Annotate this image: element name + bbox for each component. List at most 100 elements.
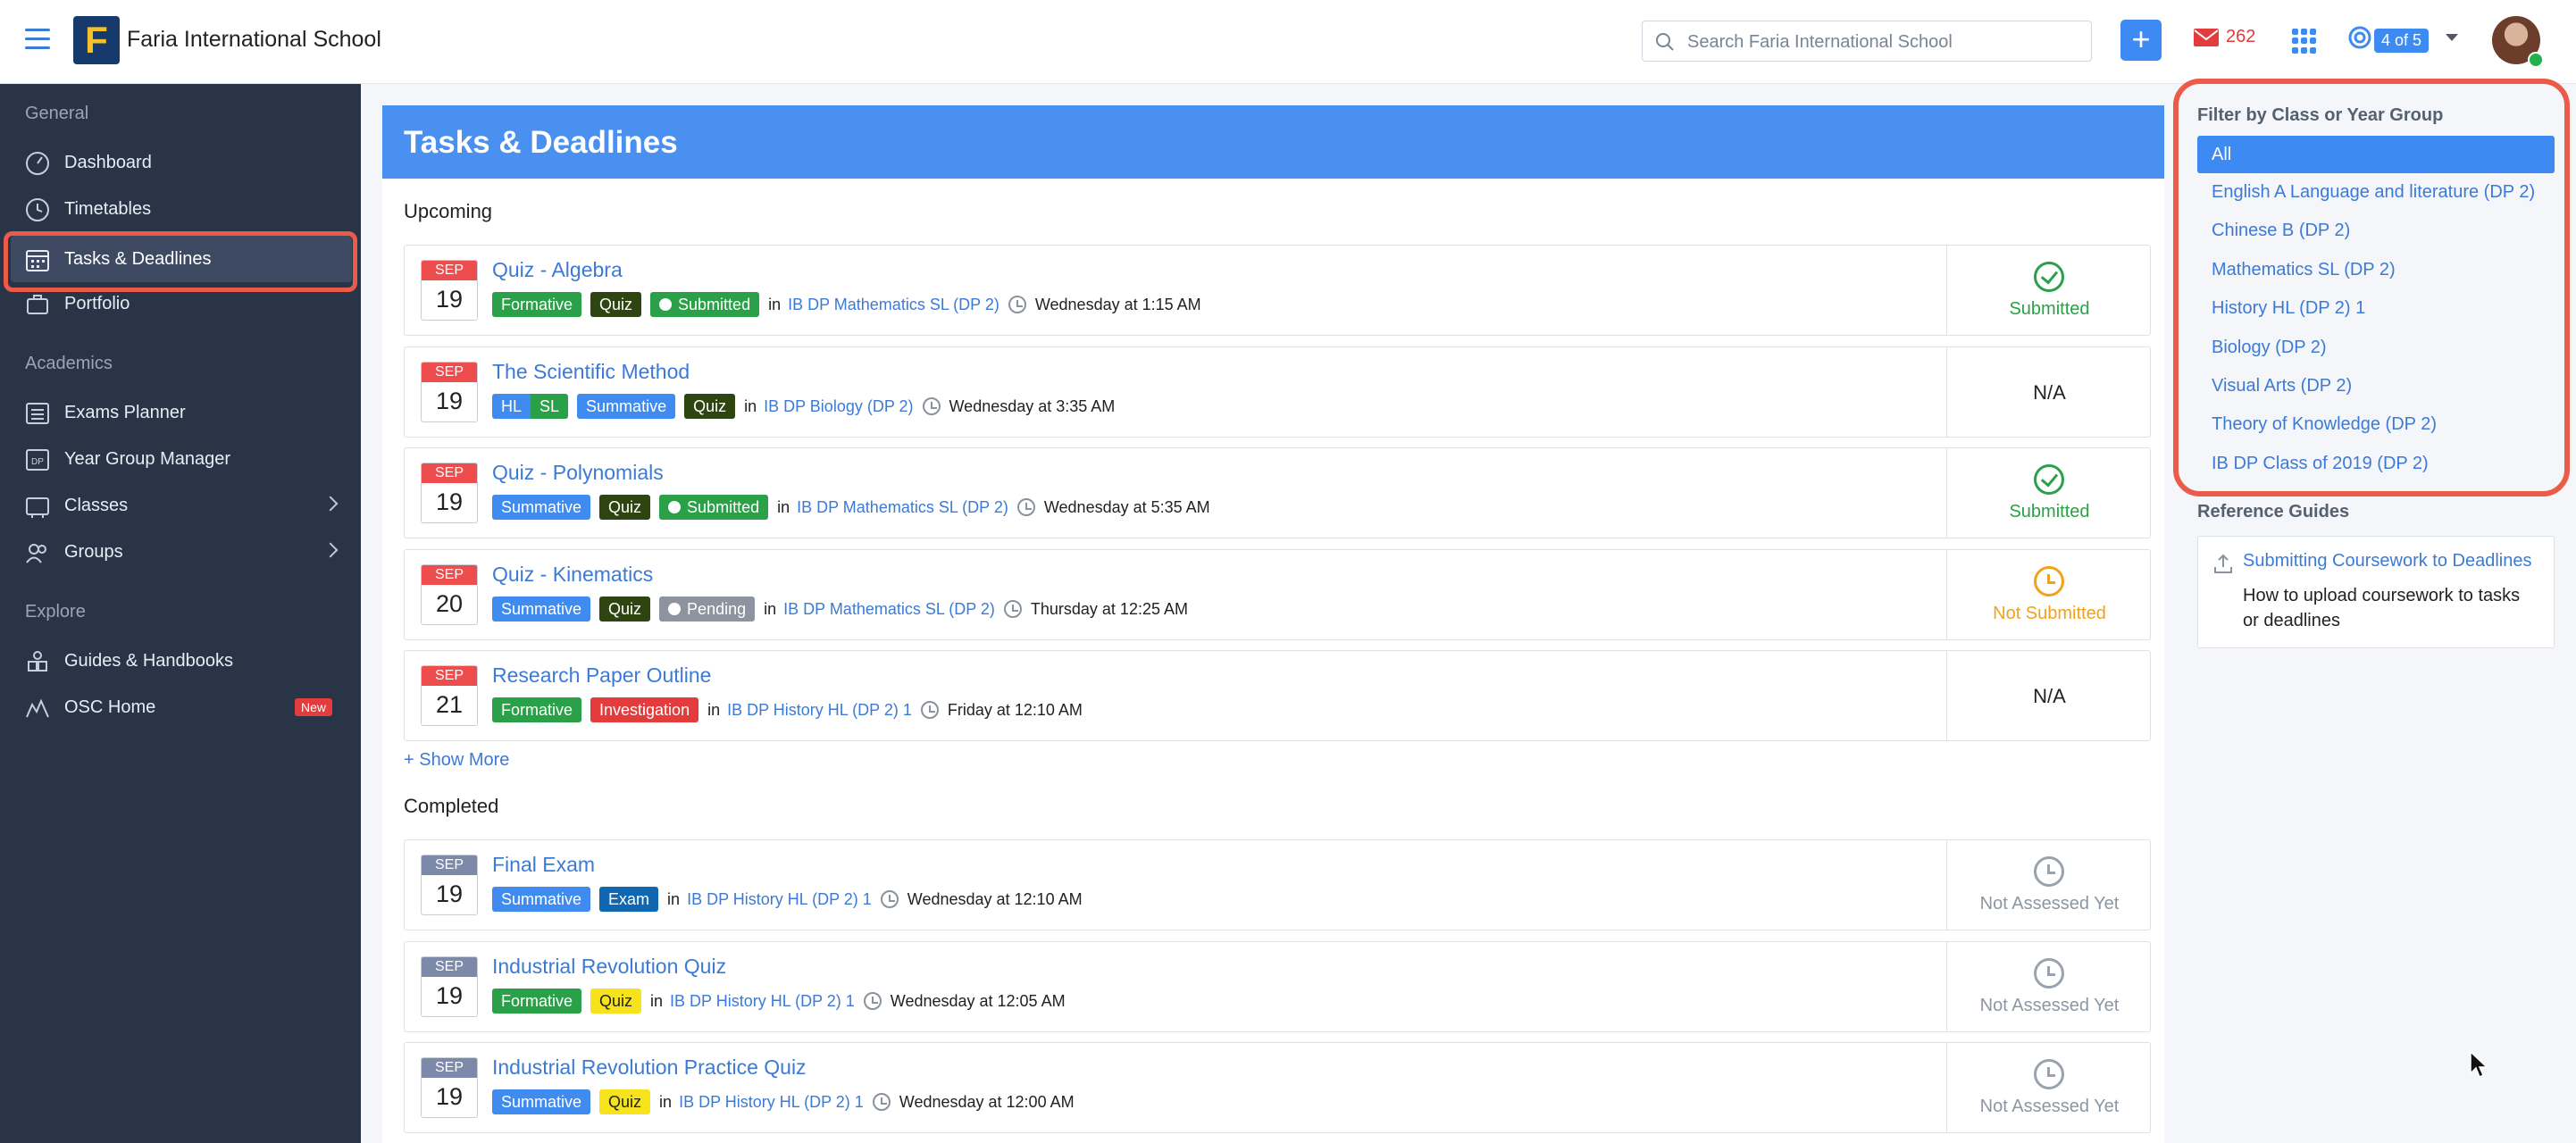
new-badge: New bbox=[295, 698, 333, 716]
task-meta: Summative Exam in IB DP History HL (DP 2… bbox=[492, 887, 1083, 912]
task-row[interactable]: SEP 19 Industrial Revolution Practice Qu… bbox=[404, 1042, 2151, 1133]
section-label-general: General bbox=[25, 104, 89, 123]
reference-guide-link[interactable]: Submitting Coursework to Deadlines bbox=[2243, 551, 2532, 572]
class-link[interactable]: IB DP History HL (DP 2) 1 bbox=[687, 890, 872, 909]
tag-submitted: Submitted bbox=[650, 292, 760, 317]
sidebar-item-guides-handbooks[interactable]: Guides & Handbooks bbox=[0, 638, 361, 684]
due-time: Wednesday at 12:05 AM bbox=[890, 991, 1066, 1010]
chevron-right-icon[interactable] bbox=[322, 496, 339, 512]
date-month: SEP bbox=[422, 565, 477, 585]
dp-icon: DP bbox=[26, 449, 49, 471]
in-text: in bbox=[764, 599, 777, 618]
date-month: SEP bbox=[422, 463, 477, 483]
tag-quiz: Quiz bbox=[599, 1089, 651, 1114]
class-link[interactable]: IB DP History HL (DP 2) 1 bbox=[670, 992, 855, 1011]
class-link[interactable]: IB DP Mathematics SL (DP 2) bbox=[788, 296, 999, 314]
sidebar-item-dashboard[interactable]: Dashboard bbox=[0, 139, 361, 186]
clock-icon bbox=[2034, 856, 2064, 887]
sidebar-item-label: Guides & Handbooks bbox=[64, 651, 234, 671]
date-month: SEP bbox=[422, 666, 477, 686]
date-badge: SEP 19 bbox=[421, 855, 478, 915]
chevron-right-icon[interactable] bbox=[322, 542, 339, 558]
sidebar-item-year-group-manager[interactable]: DP Year Group Manager bbox=[0, 436, 361, 482]
sidebar-item-label: Classes bbox=[64, 496, 129, 515]
show-more-link[interactable]: + Show More bbox=[404, 750, 509, 771]
reference-guide-card[interactable]: Submitting Coursework to Deadlines How t… bbox=[2197, 536, 2555, 648]
task-meta: Summative Quiz Submitted in IB DP Mathem… bbox=[492, 495, 1210, 520]
date-badge: SEP 20 bbox=[421, 564, 478, 625]
chevron-down-icon[interactable] bbox=[2446, 34, 2458, 41]
task-title-link[interactable]: Research Paper Outline bbox=[492, 663, 711, 688]
check-circle-icon bbox=[659, 298, 673, 311]
menu-icon[interactable] bbox=[25, 29, 50, 50]
page-indicator[interactable]: 4 of 5 bbox=[2374, 29, 2430, 53]
status-cell: Not Assessed Yet bbox=[1946, 840, 2152, 930]
sidebar-item-label: Timetables bbox=[64, 199, 152, 219]
tag-summative: Summative bbox=[577, 394, 676, 419]
tag-sl: SL bbox=[531, 394, 569, 419]
task-title-link[interactable]: Industrial Revolution Practice Quiz bbox=[492, 1055, 807, 1080]
due-time: Thursday at 12:25 AM bbox=[1030, 599, 1188, 618]
sidebar-item-label: OSC Home bbox=[64, 697, 156, 717]
status-text: N/A bbox=[2033, 381, 2066, 404]
sidebar-item-osc-home[interactable]: OSC Home New bbox=[0, 684, 361, 730]
sidebar-item-label: Groups bbox=[64, 542, 123, 562]
date-day: 20 bbox=[435, 590, 464, 617]
clock-icon bbox=[2034, 1059, 2064, 1089]
sidebar-item-groups[interactable]: Groups bbox=[0, 529, 361, 575]
check-circle-icon bbox=[2034, 262, 2064, 292]
classes-icon bbox=[26, 497, 49, 518]
search-icon bbox=[1656, 33, 1674, 51]
task-meta: Formative Investigation in IB DP History… bbox=[492, 697, 1083, 722]
class-link[interactable]: IB DP Biology (DP 2) bbox=[764, 397, 913, 416]
tag-quiz: Quiz bbox=[590, 989, 642, 1014]
tag-label: Pending bbox=[687, 600, 747, 618]
task-meta: Formative Quiz Submitted in IB DP Mathem… bbox=[492, 292, 1201, 317]
task-title-link[interactable]: Final Exam bbox=[492, 853, 595, 877]
school-logo[interactable]: F bbox=[73, 16, 120, 64]
sidebar-item-timetables[interactable]: Timetables bbox=[0, 186, 361, 232]
search-input[interactable] bbox=[1685, 29, 2082, 55]
mail-count[interactable]: 262 bbox=[2226, 27, 2255, 47]
check-circle-icon bbox=[668, 501, 682, 513]
due-time: Wednesday at 1:15 AM bbox=[1034, 295, 1201, 313]
app-title[interactable]: Faria International School bbox=[127, 27, 381, 53]
task-row[interactable]: SEP 20 Quiz - Kinematics Summative Quiz … bbox=[404, 549, 2151, 640]
add-button[interactable]: + bbox=[2120, 20, 2162, 61]
tag-hl: HL bbox=[492, 394, 531, 419]
clock-icon bbox=[863, 992, 882, 1010]
mail-icon[interactable] bbox=[2193, 27, 2220, 48]
sidebar-item-classes[interactable]: Classes bbox=[0, 482, 361, 529]
task-row[interactable]: SEP 19 Quiz - Polynomials Summative Quiz… bbox=[404, 447, 2151, 538]
lifebuoy-icon[interactable] bbox=[2347, 25, 2372, 50]
task-row[interactable]: SEP 19 The Scientific Method HL SL Summa… bbox=[404, 346, 2151, 438]
class-link[interactable]: IB DP Mathematics SL (DP 2) bbox=[783, 600, 995, 619]
task-title-link[interactable]: Quiz - Algebra bbox=[492, 258, 623, 282]
highlight-annotation-nav bbox=[4, 231, 357, 292]
clock-icon bbox=[1008, 296, 1026, 313]
task-row[interactable]: SEP 19 Industrial Revolution Quiz Format… bbox=[404, 941, 2151, 1032]
task-row[interactable]: SEP 19 Final Exam Summative Exam in IB D… bbox=[404, 839, 2151, 930]
in-text: in bbox=[744, 396, 757, 415]
class-link[interactable]: IB DP History HL (DP 2) 1 bbox=[727, 701, 912, 720]
task-title-link[interactable]: Quiz - Polynomials bbox=[492, 461, 664, 485]
upload-icon bbox=[2214, 554, 2232, 573]
task-title-link[interactable]: Quiz - Kinematics bbox=[492, 563, 653, 587]
status-text: Submitted bbox=[2009, 299, 2090, 319]
dashboard-icon bbox=[26, 152, 49, 175]
upcoming-heading: Upcoming bbox=[404, 200, 493, 222]
clock-icon bbox=[920, 701, 939, 719]
sidebar-item-exams-planner[interactable]: Exams Planner bbox=[0, 389, 361, 436]
apps-grid-icon[interactable] bbox=[2292, 29, 2317, 54]
task-row[interactable]: SEP 19 Quiz - Algebra Formative Quiz Sub… bbox=[404, 245, 2151, 336]
class-link[interactable]: IB DP Mathematics SL (DP 2) bbox=[797, 498, 1008, 517]
task-meta: Formative Quiz in IB DP History HL (DP 2… bbox=[492, 989, 1066, 1014]
task-title-link[interactable]: The Scientific Method bbox=[492, 360, 690, 384]
task-title-link[interactable]: Industrial Revolution Quiz bbox=[492, 955, 726, 979]
status-text: N/A bbox=[2033, 685, 2066, 707]
tag-summative: Summative bbox=[492, 495, 591, 520]
task-row[interactable]: SEP 21 Research Paper Outline Formative … bbox=[404, 650, 2151, 741]
class-link[interactable]: IB DP History HL (DP 2) 1 bbox=[679, 1093, 864, 1112]
search-box[interactable] bbox=[1642, 21, 2092, 62]
osc-icon bbox=[26, 698, 49, 718]
